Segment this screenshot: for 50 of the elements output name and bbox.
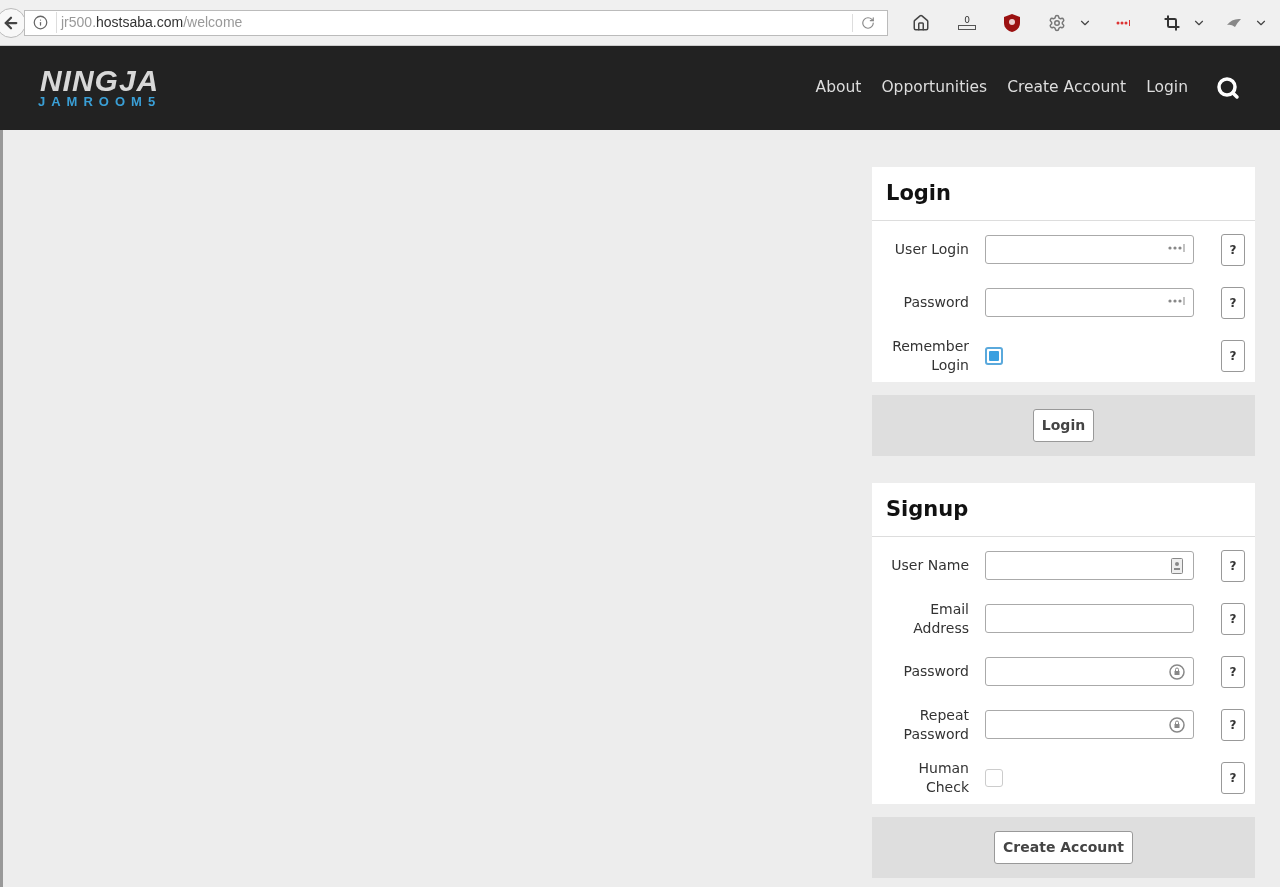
input-field[interactable] bbox=[985, 551, 1194, 580]
input-field[interactable] bbox=[985, 604, 1194, 633]
dots-icon bbox=[1167, 244, 1185, 252]
form-title: Login bbox=[886, 179, 951, 207]
help-button[interactable]: ? bbox=[1221, 602, 1245, 635]
submit-button[interactable]: Create Account bbox=[994, 831, 1133, 864]
help-button[interactable]: ? bbox=[1221, 761, 1245, 794]
shield-icon[interactable] bbox=[1004, 13, 1020, 32]
gear-icon[interactable] bbox=[1048, 13, 1066, 32]
lock-icon bbox=[1169, 717, 1185, 733]
reload-icon[interactable] bbox=[861, 15, 875, 30]
nav-link[interactable]: Login bbox=[1146, 76, 1188, 100]
input-field[interactable] bbox=[985, 657, 1194, 686]
field-label: User Name bbox=[890, 556, 969, 575]
nav-link[interactable]: Opportunities bbox=[881, 76, 988, 100]
checkbox[interactable] bbox=[985, 768, 1003, 787]
address-bar[interactable]: jr500.hostsaba.com/welcome bbox=[24, 9, 888, 36]
help-button[interactable]: ? bbox=[1221, 286, 1245, 319]
field-label: Remember Login bbox=[891, 336, 969, 375]
help-button[interactable]: ? bbox=[1221, 655, 1245, 688]
back-button[interactable] bbox=[0, 7, 26, 38]
help-button[interactable]: ? bbox=[1221, 339, 1245, 372]
submit-button[interactable]: Login bbox=[1032, 409, 1095, 442]
input-field[interactable] bbox=[985, 710, 1194, 739]
nav-link[interactable]: About bbox=[815, 76, 862, 100]
input-field[interactable] bbox=[985, 288, 1194, 317]
help-button[interactable]: ? bbox=[1221, 708, 1245, 741]
form-title: Signup bbox=[886, 495, 969, 523]
bird-icon[interactable] bbox=[1226, 16, 1242, 29]
dots-icon[interactable] bbox=[1116, 19, 1132, 26]
help-button[interactable]: ? bbox=[1221, 233, 1245, 266]
crop-icon[interactable] bbox=[1164, 14, 1180, 31]
site-logo[interactable]: NINGJA JAMROOM5 bbox=[38, 67, 162, 109]
lock-icon bbox=[1169, 664, 1185, 680]
contact-card-icon bbox=[1171, 558, 1183, 574]
input-field[interactable] bbox=[985, 235, 1194, 264]
nav-link[interactable]: Create Account bbox=[1007, 76, 1127, 100]
field-label: Password bbox=[902, 293, 969, 312]
field-label: User Login bbox=[893, 240, 969, 259]
info-icon bbox=[33, 15, 48, 30]
field-label: Human Check bbox=[917, 758, 969, 797]
dots-icon bbox=[1167, 297, 1185, 305]
field-label: Email Address bbox=[912, 599, 969, 638]
field-label: Password bbox=[902, 662, 969, 681]
search-icon[interactable] bbox=[1216, 76, 1240, 100]
field-label: Repeat Password bbox=[902, 705, 969, 744]
url-text: jr500.hostsaba.com/welcome bbox=[56, 12, 243, 33]
home-icon[interactable] bbox=[912, 13, 930, 32]
help-button[interactable]: ? bbox=[1221, 549, 1245, 582]
checkbox[interactable] bbox=[985, 346, 1003, 365]
